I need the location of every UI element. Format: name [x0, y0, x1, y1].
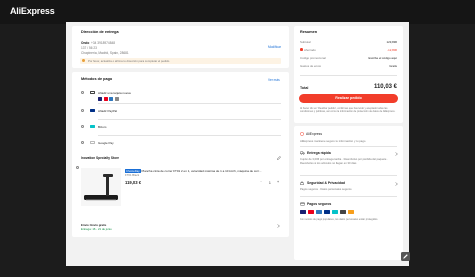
shipping-address-card: Dirección de entrega Ondo +34 3918974848…: [72, 26, 289, 68]
aliexpress-logo[interactable]: AliExpress: [10, 6, 55, 16]
product-variant[interactable]: FT01 Black: [125, 173, 139, 177]
trust-card: AliExpress AliExpress mantiene seguro tu…: [294, 126, 403, 260]
divider: [300, 146, 397, 147]
maestro-logo: [348, 210, 354, 214]
shipping-cost-label: Gastos de envío: [300, 64, 322, 68]
payment-option-label: Añadir PayPal: [98, 109, 118, 114]
savings-icon: [300, 48, 303, 51]
payment-option-card[interactable]: Añadir una tarjeta nueva: [81, 89, 281, 103]
secure-payments-title: Pagos seguros: [307, 202, 332, 206]
total-value: 110,03 €: [373, 84, 397, 90]
checkout-page: Dirección de entrega Ondo +34 3918974848…: [66, 22, 409, 266]
divider: [300, 75, 397, 76]
warning-text: Por favor, actualiza o afirma tu direcci…: [88, 59, 170, 64]
treadmill-icon: [84, 174, 118, 201]
paypal-icon: [90, 109, 95, 113]
security-title: Seguridad & Privacidad: [307, 181, 346, 185]
address-warning-banner: Por favor, actualiza o afirma tu direcci…: [80, 58, 281, 64]
lock-icon: [300, 181, 304, 185]
visa-logo: [98, 96, 102, 101]
place-order-button[interactable]: Realizar pedido: [299, 94, 398, 103]
product-title: Plancha cinta de correr FT01 2 en 1, vel…: [141, 169, 262, 173]
view-all-payments-link[interactable]: Ver más: [268, 78, 280, 82]
payment-title: Métodos de pago: [81, 77, 113, 81]
product-title-row[interactable]: ChoiceDay Plancha cinta de correr FT01 2…: [125, 169, 281, 173]
paypal-radio[interactable]: [81, 109, 85, 113]
shipping-cost-value: Gratis: [389, 64, 397, 68]
card-radio[interactable]: [81, 91, 85, 95]
savings-value[interactable]: -12,80€: [387, 48, 397, 52]
recipient-name: Ondo: [81, 41, 90, 45]
shield-icon: [300, 132, 304, 136]
divider: [300, 175, 397, 176]
address-line-2: Chapinería, Madrid, Spain, 28681: [81, 51, 129, 55]
promo-code-label: Código promocional: [300, 56, 326, 60]
fast-delivery-title: Entrega rápida: [307, 151, 331, 155]
payment-logos: [300, 210, 397, 215]
edit-icon[interactable]: [277, 156, 281, 160]
mastercard-logo: [308, 210, 314, 214]
product-image[interactable]: [81, 168, 121, 206]
top-bar: AliExpress: [0, 0, 475, 24]
quantity-stepper[interactable]: − 1 +: [260, 180, 281, 185]
product-price: 119,03 €: [125, 180, 142, 185]
other-card-logo: [114, 96, 119, 101]
chevron-right-icon[interactable]: [277, 224, 280, 228]
chevron-right-icon[interactable]: [395, 181, 398, 186]
payment-option-label: Bizum: [98, 125, 107, 130]
floating-edit-button[interactable]: [401, 252, 410, 261]
legal-notice: Al hacer clic en 'Realizar pedido', conf…: [300, 107, 396, 113]
amex-logo: [316, 210, 322, 214]
trust-brand: AliExpress: [306, 132, 323, 136]
subtotal-label: Subtotal: [300, 40, 311, 44]
store-items-card: Inovation Specialty Store ChoiceDay Plan…: [72, 153, 289, 237]
payment-option-paypal[interactable]: Añadir PayPal: [81, 107, 281, 117]
recipient-phone: +34 3918974848: [91, 41, 116, 45]
order-summary-card: Resumen Subtotal 123,83€ Ahorrado -12,80…: [294, 26, 403, 123]
edit-address-link[interactable]: Modificar: [268, 45, 281, 49]
payment-option-google-pay[interactable]: Google Pay: [81, 139, 281, 149]
quantity-value[interactable]: 1: [269, 181, 271, 185]
payment-option-label: Añadir una tarjeta nueva: [98, 91, 131, 95]
subtotal-value: 123,83€: [386, 40, 397, 44]
select-item-checkbox[interactable]: [76, 166, 79, 169]
total-label: Total: [300, 86, 309, 90]
amex-logo: [109, 96, 113, 101]
bizum-logo: [332, 210, 338, 214]
google-pay-radio[interactable]: [81, 141, 85, 145]
fast-delivery-text: Cupón de 3,00€ por entrega tardía · Reem…: [300, 158, 388, 165]
google-pay-icon: [90, 141, 95, 145]
chevron-right-icon[interactable]: [395, 151, 398, 156]
payment-option-label: Google Pay: [98, 141, 114, 146]
divider: [98, 103, 281, 104]
trust-brand-text: AliExpress mantiene seguro tu informació…: [300, 139, 366, 143]
credit-card-icon: [300, 202, 305, 206]
divider: [98, 119, 281, 120]
bizum-radio[interactable]: [81, 125, 85, 129]
bizum-icon: [90, 125, 95, 129]
pencil-icon: [403, 254, 408, 259]
security-text: Pagos seguros · Datos personales seguros: [300, 188, 352, 191]
mastercard-logo: [103, 96, 108, 101]
promo-code-input[interactable]: Escribe el código aquí: [369, 56, 397, 60]
visa-logo: [300, 210, 306, 214]
payment-option-bizum[interactable]: Bizum: [81, 123, 281, 133]
paypal-logo: [324, 210, 330, 214]
store-name[interactable]: Inovation Specialty Store: [81, 156, 119, 160]
savings-label: Ahorrado: [304, 48, 316, 52]
decrease-quantity-button[interactable]: −: [260, 180, 263, 184]
truck-icon: [300, 151, 305, 155]
warning-icon: [82, 59, 86, 63]
google-pay-logo: [340, 210, 346, 214]
divider: [300, 196, 397, 197]
delivery-estimate: Entrega: 16 - 21 de junio: [81, 227, 112, 231]
increase-quantity-button[interactable]: +: [277, 180, 279, 184]
divider: [98, 135, 281, 136]
summary-title: Resumen: [300, 30, 318, 34]
card-icon: [90, 91, 95, 95]
shipping-title: Dirección de entrega: [81, 30, 119, 34]
secure-payments-text: Con socios de pago populares, tus datos …: [300, 218, 379, 221]
address-line-1: 137 / 56 23: [81, 46, 97, 50]
